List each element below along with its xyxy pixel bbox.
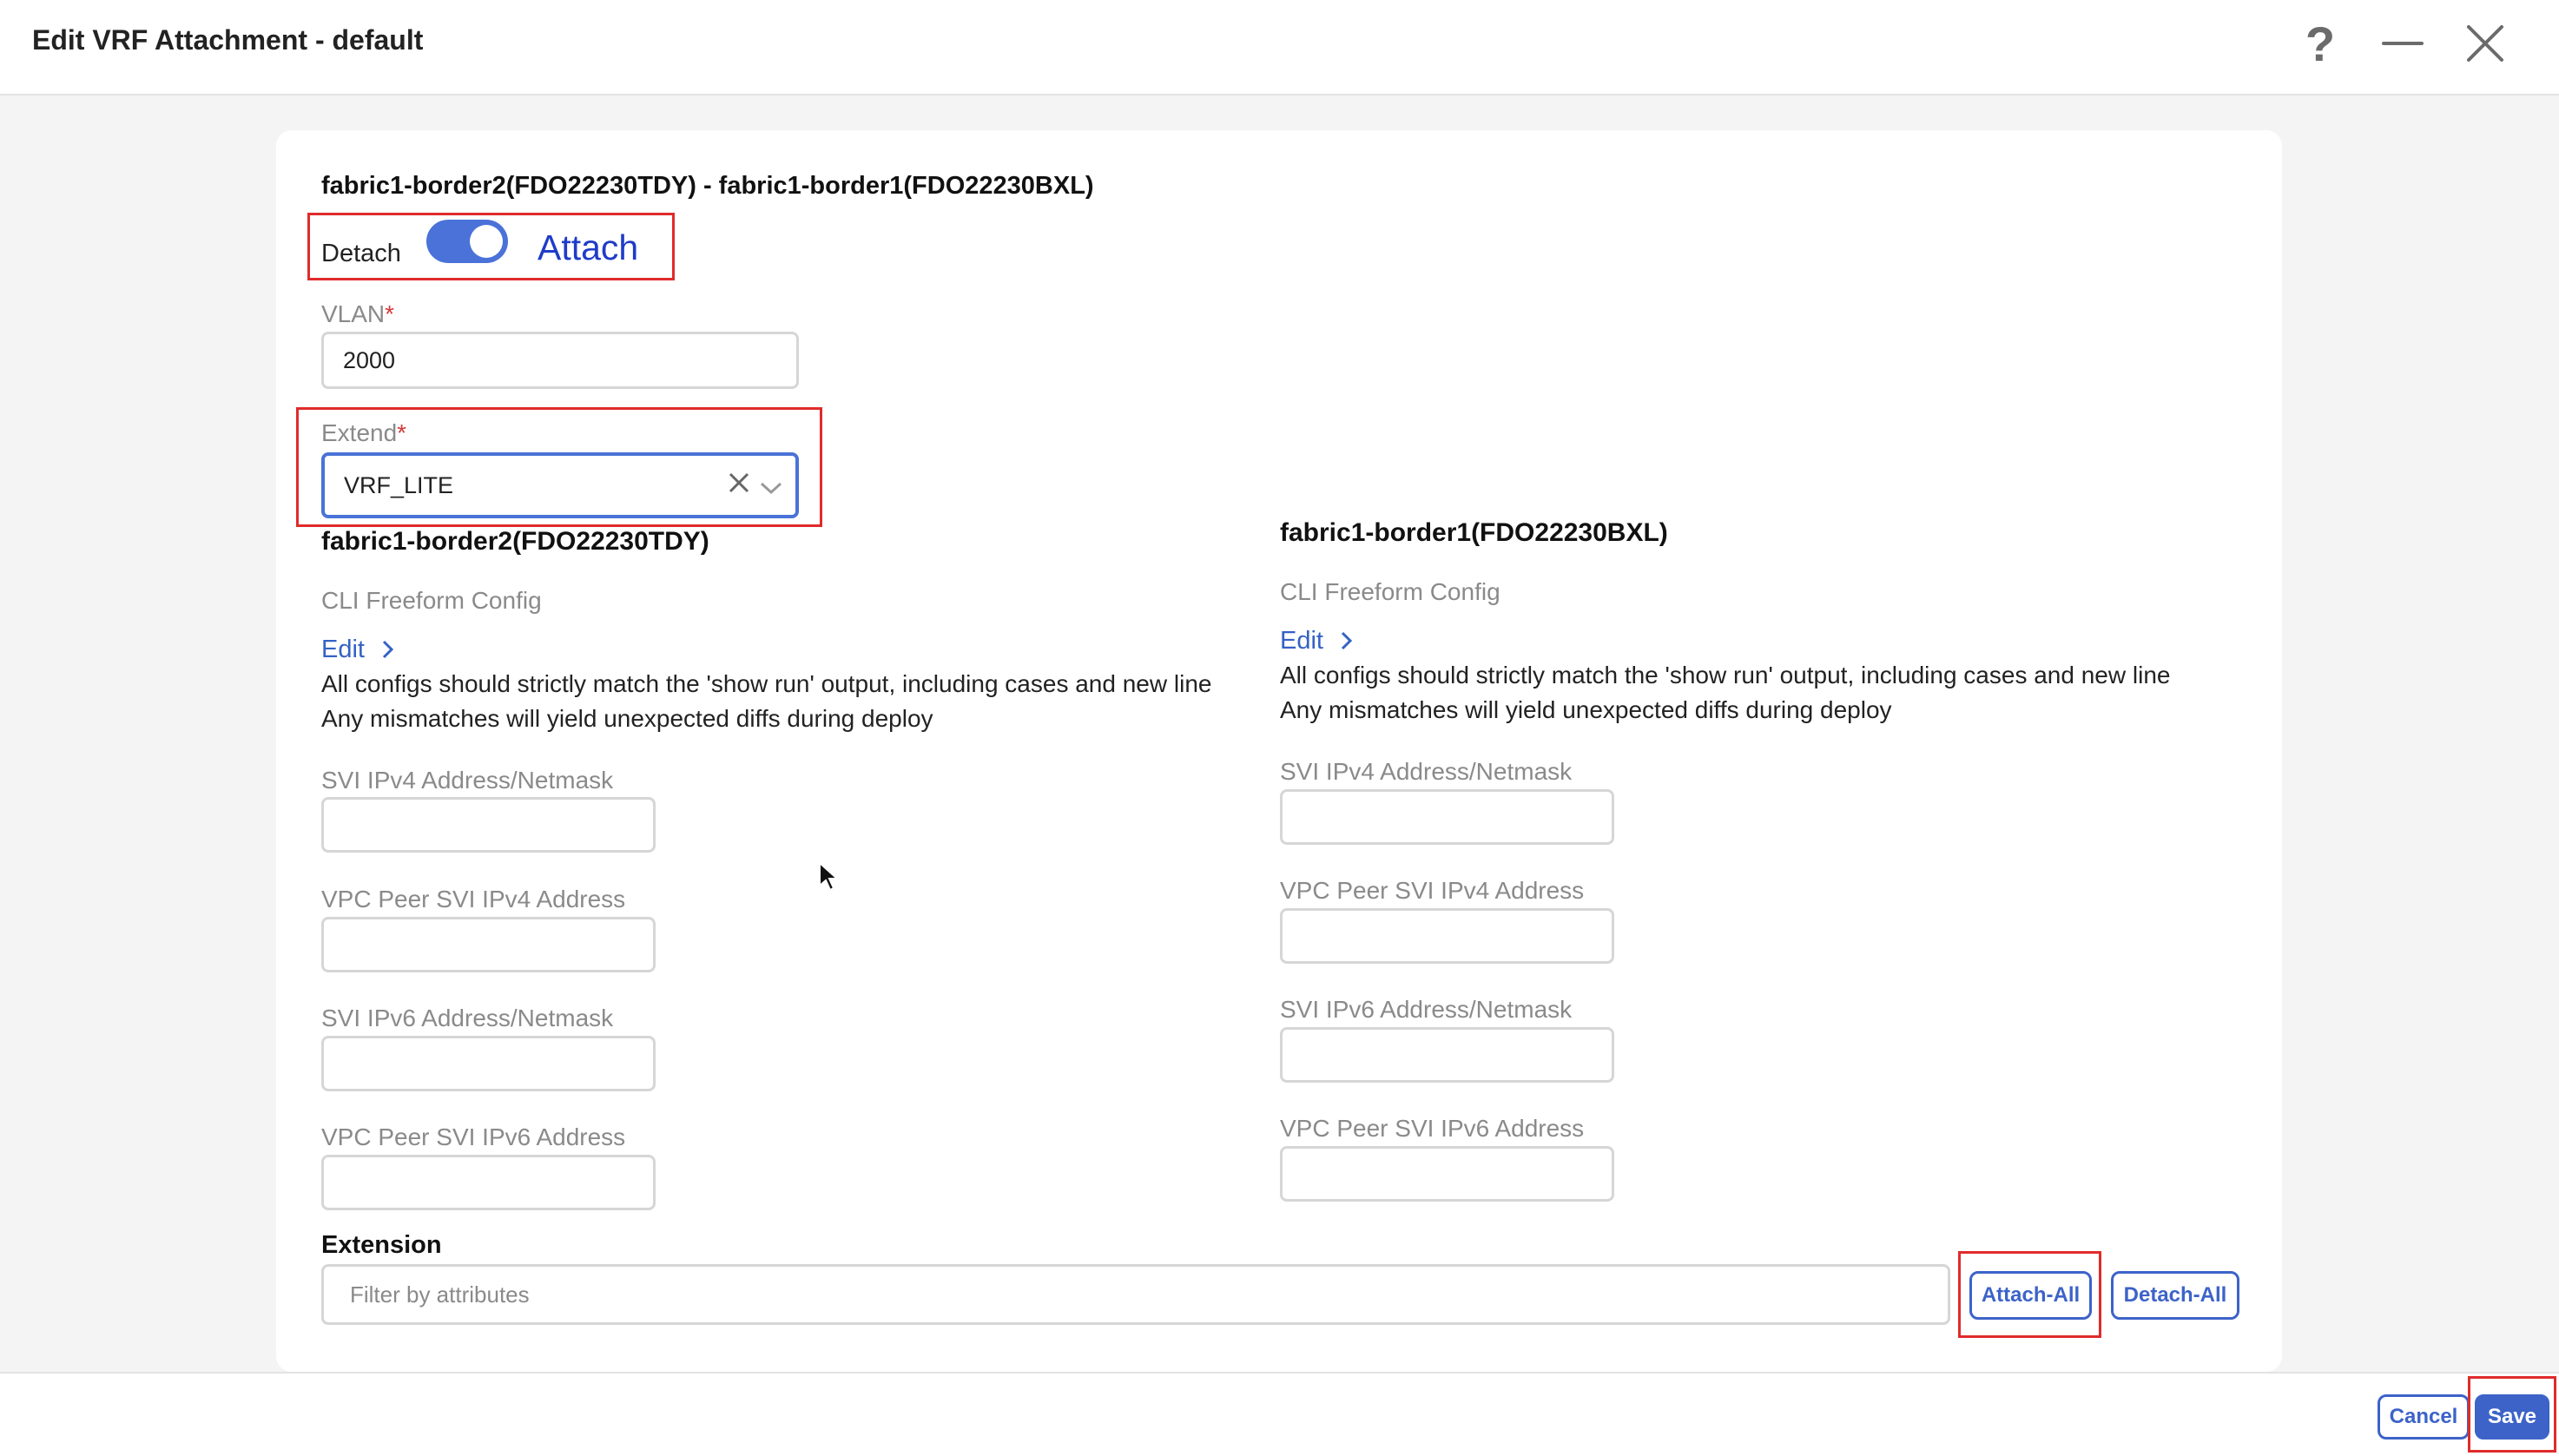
chevron-right-icon: [1341, 631, 1353, 650]
right-svi-ipv6-label: SVI IPv6 Address/Netmask: [1280, 996, 1573, 1023]
close-icon[interactable]: [2457, 16, 2513, 71]
right-svi-ipv6-input[interactable]: [1280, 1027, 1614, 1083]
right-edit-link[interactable]: Edit: [1280, 627, 1355, 656]
right-cli-label: CLI Freeform Config: [1280, 578, 1500, 605]
modal-footer: [0, 1372, 2559, 1456]
save-button[interactable]: Save: [2475, 1394, 2549, 1440]
device-pair-title: fabric1-border2(FDO22230TDY) - fabric1-b…: [321, 172, 1094, 200]
chevron-down-icon[interactable]: [759, 475, 783, 502]
detach-label: Detach: [321, 240, 401, 267]
right-svi-ipv4-input[interactable]: [1280, 789, 1614, 845]
right-device-title: fabric1-border1(FDO22230BXL): [1280, 518, 1668, 547]
right-vpc-ipv4-input[interactable]: [1280, 908, 1614, 964]
left-vpc-ipv4-input[interactable]: [321, 917, 656, 972]
right-edit-label: Edit: [1280, 627, 1323, 655]
left-vpc-ipv4-label: VPC Peer SVI IPv4 Address: [321, 886, 626, 912]
left-note-line1: All configs should strictly match the 's…: [321, 670, 1212, 697]
minimize-icon[interactable]: [2375, 16, 2430, 71]
extension-title: Extension: [321, 1231, 442, 1259]
attach-all-button[interactable]: Attach-All: [1969, 1271, 2092, 1320]
right-vpc-ipv6-input[interactable]: [1280, 1146, 1614, 1202]
mouse-cursor-icon: [819, 861, 839, 892]
left-edit-link[interactable]: Edit: [321, 636, 396, 664]
right-note-line1: All configs should strictly match the 's…: [1280, 662, 2171, 688]
extension-filter-input[interactable]: [321, 1264, 1950, 1325]
left-note-line2: Any mismatches will yield unexpected dif…: [321, 705, 933, 732]
left-note: All configs should strictly match the 's…: [321, 667, 1211, 736]
clear-icon[interactable]: [728, 471, 750, 500]
right-note-line2: Any mismatches will yield unexpected dif…: [1280, 696, 1892, 723]
left-svi-ipv4-input[interactable]: [321, 797, 656, 853]
chevron-right-icon: [382, 640, 394, 659]
toggle-knob: [470, 225, 503, 258]
right-vpc-ipv4-label: VPC Peer SVI IPv4 Address: [1280, 877, 1585, 904]
attach-toggle[interactable]: [426, 220, 508, 263]
modal-header: Edit VRF Attachment - default ?: [0, 0, 2559, 96]
left-svi-ipv4-label: SVI IPv4 Address/Netmask: [321, 767, 614, 794]
left-svi-ipv6-label: SVI IPv6 Address/Netmask: [321, 1005, 614, 1031]
left-svi-ipv6-input[interactable]: [321, 1036, 656, 1091]
page-title: Edit VRF Attachment - default: [32, 24, 424, 56]
detach-all-button[interactable]: Detach-All: [2111, 1271, 2239, 1320]
extend-label: Extend*: [321, 419, 407, 446]
left-device-title: fabric1-border2(FDO22230TDY): [321, 527, 709, 556]
left-cli-label: CLI Freeform Config: [321, 587, 542, 614]
vlan-label: VLAN*: [321, 300, 395, 327]
left-vpc-ipv6-input[interactable]: [321, 1155, 656, 1210]
extend-select[interactable]: VRF_LITE: [321, 452, 799, 518]
vlan-input[interactable]: 2000: [321, 332, 799, 389]
attach-label: Attach: [538, 227, 639, 267]
right-svi-ipv4-label: SVI IPv4 Address/Netmask: [1280, 758, 1573, 785]
left-vpc-ipv6-label: VPC Peer SVI IPv6 Address: [321, 1123, 626, 1150]
right-vpc-ipv6-label: VPC Peer SVI IPv6 Address: [1280, 1115, 1585, 1142]
cancel-button[interactable]: Cancel: [2378, 1394, 2470, 1440]
help-icon[interactable]: ?: [2292, 16, 2348, 71]
right-note: All configs should strictly match the 's…: [1280, 658, 2170, 728]
extend-select-value: VRF_LITE: [344, 471, 454, 498]
left-edit-label: Edit: [321, 636, 365, 663]
